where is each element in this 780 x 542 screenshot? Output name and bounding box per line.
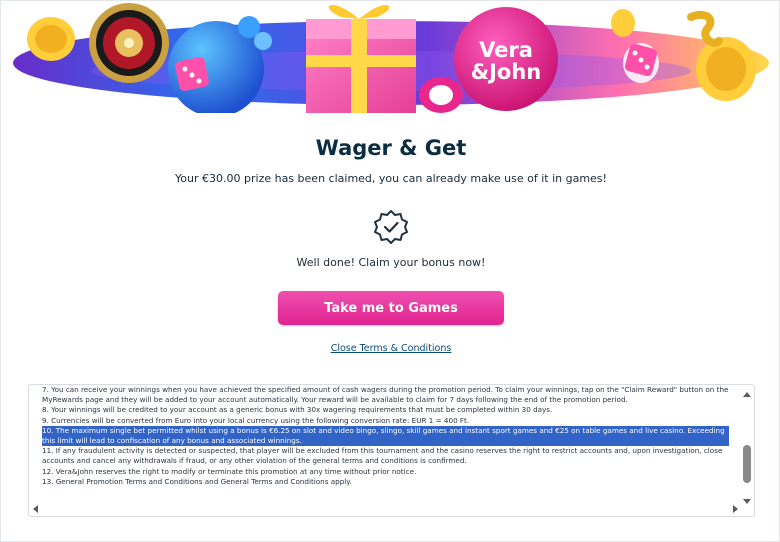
terms-item-8: 8. Your winnings will be credited to you…	[42, 405, 553, 415]
close-terms-container: Close Terms & Conditions	[1, 343, 780, 354]
terms-item-9: 9. Currencies will be converted from Eur…	[42, 415, 470, 425]
scroll-down-arrow-icon[interactable]	[743, 499, 751, 504]
vertical-scrollbar[interactable]	[742, 388, 752, 504]
banner-illustration: Vera &John	[13, 3, 769, 113]
claim-bonus-message: Well done! Claim your bonus now!	[296, 256, 486, 269]
page-title: Wager & Get	[315, 136, 467, 160]
terms-item-12: 12. Vera&John reserves the right to modi…	[42, 466, 417, 476]
terms-item-10-highlighted: 10. The maximum single bet permitted whi…	[42, 425, 729, 447]
prize-claimed-message: Your €30.00 prize has been claimed, you …	[175, 172, 607, 185]
vertical-scroll-thumb[interactable]	[743, 445, 751, 483]
take-me-to-games-button[interactable]: Take me to Games	[278, 291, 504, 325]
logo-text-line2: &John	[471, 60, 541, 84]
scroll-left-arrow-icon[interactable]	[33, 505, 38, 513]
scroll-right-arrow-icon[interactable]	[733, 505, 738, 513]
coin-icon-small	[611, 9, 635, 37]
promo-banner: Vera &John	[1, 1, 780, 113]
terms-item-7: 7. You can receive your winnings when yo…	[42, 385, 729, 405]
scroll-up-arrow-icon[interactable]	[743, 392, 751, 397]
horizontal-scrollbar[interactable]	[32, 504, 740, 514]
terms-item-13: 13. General Promotion Terms and Conditio…	[42, 476, 352, 486]
promo-card: Vera &John Wager & Get Your €30.00 prize…	[0, 0, 780, 542]
terms-conditions-panel[interactable]: 7. You can receive your winnings when yo…	[28, 384, 755, 517]
terms-text: 7. You can receive your winnings when yo…	[42, 385, 729, 505]
close-terms-link[interactable]: Close Terms & Conditions	[331, 343, 452, 354]
terms-item-11: 11. If any fraudulent activity is detect…	[42, 446, 723, 466]
logo-text-line1: Vera	[479, 38, 533, 62]
verified-badge-icon	[373, 209, 409, 245]
